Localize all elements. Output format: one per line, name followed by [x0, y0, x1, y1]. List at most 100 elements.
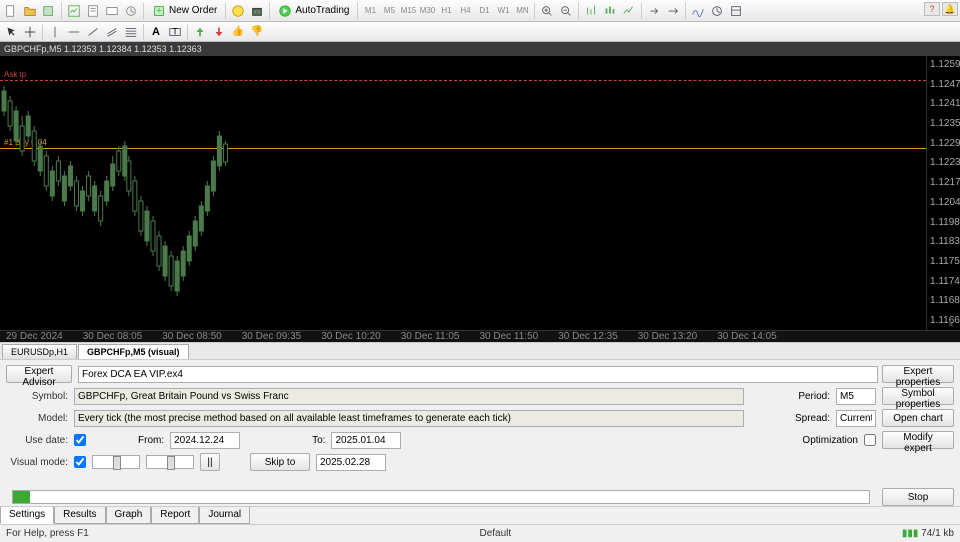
tf-mn[interactable]: MN [513, 2, 531, 20]
status-bar: For Help, press F1 Default ▮▮▮ 74/1 kb [0, 524, 960, 542]
tab-results[interactable]: Results [54, 507, 105, 524]
periods-icon[interactable] [708, 2, 726, 20]
tab-settings[interactable]: Settings [0, 507, 54, 524]
toolbar-drawing: A T 👍 👎 [0, 22, 960, 42]
modify-expert-button[interactable]: Modify expert [882, 431, 954, 449]
symbol-properties-button[interactable]: Symbol properties [882, 387, 954, 405]
chart-x-axis: 29 Dec 202430 Dec 08:0530 Dec 08:50 30 D… [0, 330, 960, 342]
market-watch-icon[interactable] [65, 2, 83, 20]
tab-journal[interactable]: Journal [199, 507, 250, 524]
visual-mode-label: Visual mode: [6, 457, 68, 468]
shift-icon[interactable] [645, 2, 663, 20]
arrow-down-icon[interactable] [210, 23, 228, 41]
hline-icon[interactable] [65, 23, 83, 41]
cursor-icon[interactable] [2, 23, 20, 41]
chart-tabs: EURUSDp,H1 GBPCHFp,M5 (visual) [0, 342, 960, 360]
tf-m15[interactable]: M15 [399, 2, 417, 20]
status-help: For Help, press F1 [6, 528, 89, 539]
channel-icon[interactable] [103, 23, 121, 41]
expert-advisor-dropdown[interactable]: Expert Advisor [6, 365, 72, 383]
tf-w1[interactable]: W1 [494, 2, 512, 20]
symbol-field[interactable] [74, 388, 744, 405]
tf-h1[interactable]: H1 [437, 2, 455, 20]
tf-m1[interactable]: M1 [361, 2, 379, 20]
navigator-icon[interactable] [84, 2, 102, 20]
open-chart-button[interactable]: Open chart [882, 409, 954, 427]
svg-text:T: T [172, 26, 178, 36]
pause-button[interactable]: || [200, 453, 220, 471]
model-field[interactable] [74, 410, 744, 427]
optimization-label: Optimization [802, 435, 858, 446]
chart-area[interactable]: Ask tp #1 Buy 0.04 [0, 56, 960, 330]
skip-date-field[interactable] [316, 454, 386, 471]
candlesticks [0, 56, 926, 330]
period-field[interactable] [836, 388, 876, 405]
from-label: From: [138, 435, 164, 446]
use-date-checkbox[interactable] [74, 434, 86, 446]
skip-to-button[interactable]: Skip to [250, 453, 310, 471]
tf-d1[interactable]: D1 [475, 2, 493, 20]
zoom-in-icon[interactable] [538, 2, 556, 20]
bar-chart-icon[interactable] [582, 2, 600, 20]
tab-eurusd[interactable]: EURUSDp,H1 [2, 344, 77, 359]
to-label: To: [312, 435, 325, 446]
tester-tabs: Settings Results Graph Report Journal [0, 506, 960, 524]
visual-mode-checkbox[interactable] [74, 456, 86, 468]
tab-report[interactable]: Report [151, 507, 199, 524]
ea-name-field[interactable] [78, 366, 878, 383]
folder-icon[interactable] [21, 2, 39, 20]
signal-icon[interactable]: 🔔 [942, 2, 958, 16]
spread-label: Spread: [795, 413, 830, 424]
terminal-icon[interactable] [103, 2, 121, 20]
toolbar-main: +New Order AutoTrading M1 M5 M15 M30 H1 … [0, 0, 960, 22]
arrow-up-icon[interactable] [191, 23, 209, 41]
chart-y-axis: 1.125901.124701.12410 1.123501.122901.12… [926, 56, 960, 330]
help-icon[interactable]: ? [924, 2, 940, 16]
new-file-icon[interactable] [2, 2, 20, 20]
metaquotes-icon[interactable] [229, 2, 247, 20]
new-order-button[interactable]: +New Order [147, 2, 222, 20]
spread-field[interactable] [836, 410, 876, 427]
tf-m5[interactable]: M5 [380, 2, 398, 20]
status-connection: ▮▮▮ 74/1 kb [902, 528, 954, 539]
speed-slider[interactable] [92, 455, 140, 469]
strategy-tester-panel: Expert Advisor Symbol: Model: Use date: … [0, 360, 960, 488]
expert-properties-button[interactable]: Expert properties [882, 365, 954, 383]
tf-h4[interactable]: H4 [456, 2, 474, 20]
chart-title: GBPCHFp,M5 1.12353 1.12384 1.12353 1.123… [0, 42, 960, 56]
vline-icon[interactable] [46, 23, 64, 41]
autoscroll-icon[interactable] [664, 2, 682, 20]
indicators-icon[interactable] [689, 2, 707, 20]
thumbs-up-icon[interactable]: 👍 [229, 23, 247, 41]
tf-m30[interactable]: M30 [418, 2, 436, 20]
from-date-field[interactable] [170, 432, 240, 449]
period-label: Period: [798, 391, 830, 402]
tab-graph[interactable]: Graph [106, 507, 152, 524]
symbol-label: Symbol: [6, 391, 68, 402]
thumbs-down-icon[interactable]: 👎 [248, 23, 266, 41]
templates-icon[interactable] [727, 2, 745, 20]
strategy-tester-icon[interactable] [122, 2, 140, 20]
status-profile: Default [480, 528, 512, 539]
zoom-out-icon[interactable] [557, 2, 575, 20]
optimization-checkbox[interactable] [864, 434, 876, 446]
to-date-field[interactable] [331, 432, 401, 449]
text-label-icon[interactable]: T [166, 23, 184, 41]
model-label: Model: [6, 413, 68, 424]
autotrading-button[interactable]: AutoTrading [273, 2, 354, 20]
expert-advisors-icon[interactable] [248, 2, 266, 20]
candle-chart-icon[interactable] [601, 2, 619, 20]
progress-bar [12, 490, 870, 504]
svg-text:+: + [156, 5, 161, 15]
tester-close-icon[interactable]: × [948, 320, 958, 330]
tab-gbpchf-visual[interactable]: GBPCHFp,M5 (visual) [78, 344, 189, 359]
line-chart-icon[interactable] [620, 2, 638, 20]
profiles-icon[interactable] [40, 2, 58, 20]
fibo-icon[interactable] [122, 23, 140, 41]
stop-button[interactable]: Stop [882, 488, 954, 506]
crosshair-icon[interactable] [21, 23, 39, 41]
trendline-icon[interactable] [84, 23, 102, 41]
speed-slider-2[interactable] [146, 455, 194, 469]
tester-right-panel: Expert properties Period: Symbol propert… [794, 364, 954, 452]
text-icon[interactable]: A [147, 23, 165, 41]
